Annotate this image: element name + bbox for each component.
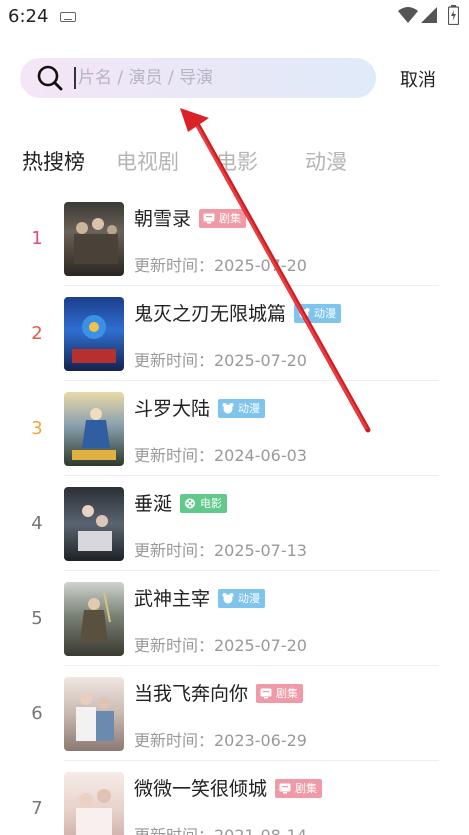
item-title: 鬼灭之刃无限城篇 动漫 bbox=[134, 299, 342, 326]
search-bar[interactable] bbox=[20, 58, 376, 98]
list-item[interactable]: 4 垂涎 电影 更新时间：2025-07-13 bbox=[0, 476, 469, 571]
film-reel-icon bbox=[185, 498, 196, 509]
update-time: 更新时间：2025-07-13 bbox=[134, 541, 307, 560]
poster-image bbox=[64, 772, 124, 835]
poster-image bbox=[64, 297, 124, 371]
category-badge: 剧集 bbox=[256, 684, 304, 703]
status-bar: 6:24 bbox=[0, 0, 469, 34]
cancel-button[interactable]: 取消 bbox=[400, 66, 436, 92]
category-badge: 动漫 bbox=[294, 304, 342, 323]
update-time: 更新时间：2025-07-20 bbox=[134, 351, 307, 370]
battery-charging-icon bbox=[448, 5, 459, 25]
status-time: 6:24 bbox=[8, 6, 49, 27]
poster-image bbox=[64, 202, 124, 276]
tab-anime[interactable]: 动漫 bbox=[305, 146, 347, 176]
poster-image bbox=[64, 582, 124, 656]
tv-icon bbox=[279, 783, 291, 794]
list-item[interactable]: 6 当我飞奔向你 剧集 更新时间：2023-06-29 bbox=[0, 666, 469, 761]
item-title: 微微一笑很倾城 剧集 bbox=[134, 774, 323, 801]
rank-number: 4 bbox=[31, 513, 43, 534]
anime-icon bbox=[222, 403, 234, 414]
tv-icon bbox=[260, 688, 272, 699]
signal-icon bbox=[421, 7, 437, 23]
list-item[interactable]: 2 鬼灭之刃无限城篇 动漫 更新时间：2025-07-20 bbox=[0, 286, 469, 381]
item-title: 垂涎 电影 bbox=[134, 489, 228, 516]
rank-number: 2 bbox=[31, 323, 43, 344]
rank-number: 7 bbox=[31, 798, 43, 819]
rank-number: 6 bbox=[31, 703, 43, 724]
anime-icon bbox=[298, 308, 310, 319]
tab-hot-search[interactable]: 热搜榜 bbox=[22, 146, 85, 176]
update-time: 更新时间：2021-08-14 bbox=[134, 822, 307, 835]
category-tabs: 热搜榜 电视剧 电影 动漫 bbox=[0, 146, 469, 178]
text-caret bbox=[74, 67, 76, 89]
poster-image bbox=[64, 677, 124, 751]
search-input[interactable] bbox=[78, 66, 358, 90]
update-time: 更新时间：2025-07-20 bbox=[134, 636, 307, 655]
item-title: 当我飞奔向你 剧集 bbox=[134, 679, 304, 706]
item-title: 朝雪录 剧集 bbox=[134, 204, 247, 231]
poster-image bbox=[64, 487, 124, 561]
search-icon bbox=[37, 65, 63, 91]
rank-number: 1 bbox=[31, 228, 43, 249]
update-time: 更新时间：2023-06-29 bbox=[134, 731, 307, 750]
list-item[interactable]: 3 斗罗大陆 动漫 更新时间：2024-06-03 bbox=[0, 381, 469, 476]
keyboard-icon bbox=[60, 12, 76, 22]
category-badge: 动漫 bbox=[218, 399, 266, 418]
update-time: 更新时间：2024-06-03 bbox=[134, 446, 307, 465]
category-badge: 剧集 bbox=[275, 779, 323, 798]
rank-number: 5 bbox=[31, 608, 43, 629]
anime-icon bbox=[222, 593, 234, 604]
tab-tv-series[interactable]: 电视剧 bbox=[116, 146, 179, 176]
list-item[interactable]: 7 微微一笑很倾城剧集 更新时间：2021-08-14 bbox=[0, 761, 469, 835]
update-time: 更新时间：2025-07-20 bbox=[134, 256, 307, 275]
item-title: 武神主宰 动漫 bbox=[134, 584, 266, 611]
item-title: 斗罗大陆 动漫 bbox=[134, 394, 266, 421]
category-badge: 动漫 bbox=[218, 589, 266, 608]
category-badge: 电影 bbox=[180, 494, 228, 513]
rank-number: 3 bbox=[31, 418, 43, 439]
list-item[interactable]: 5 武神主宰 动漫 更新时间：2025-07-20 bbox=[0, 571, 469, 666]
tab-movie[interactable]: 电影 bbox=[216, 146, 258, 176]
poster-image bbox=[64, 392, 124, 466]
wifi-icon bbox=[398, 7, 418, 23]
list-item[interactable]: 1 朝雪录 剧集 更新时间：2025-07-20 bbox=[0, 191, 469, 286]
tv-icon bbox=[203, 213, 215, 224]
category-badge: 剧集 bbox=[199, 209, 247, 228]
